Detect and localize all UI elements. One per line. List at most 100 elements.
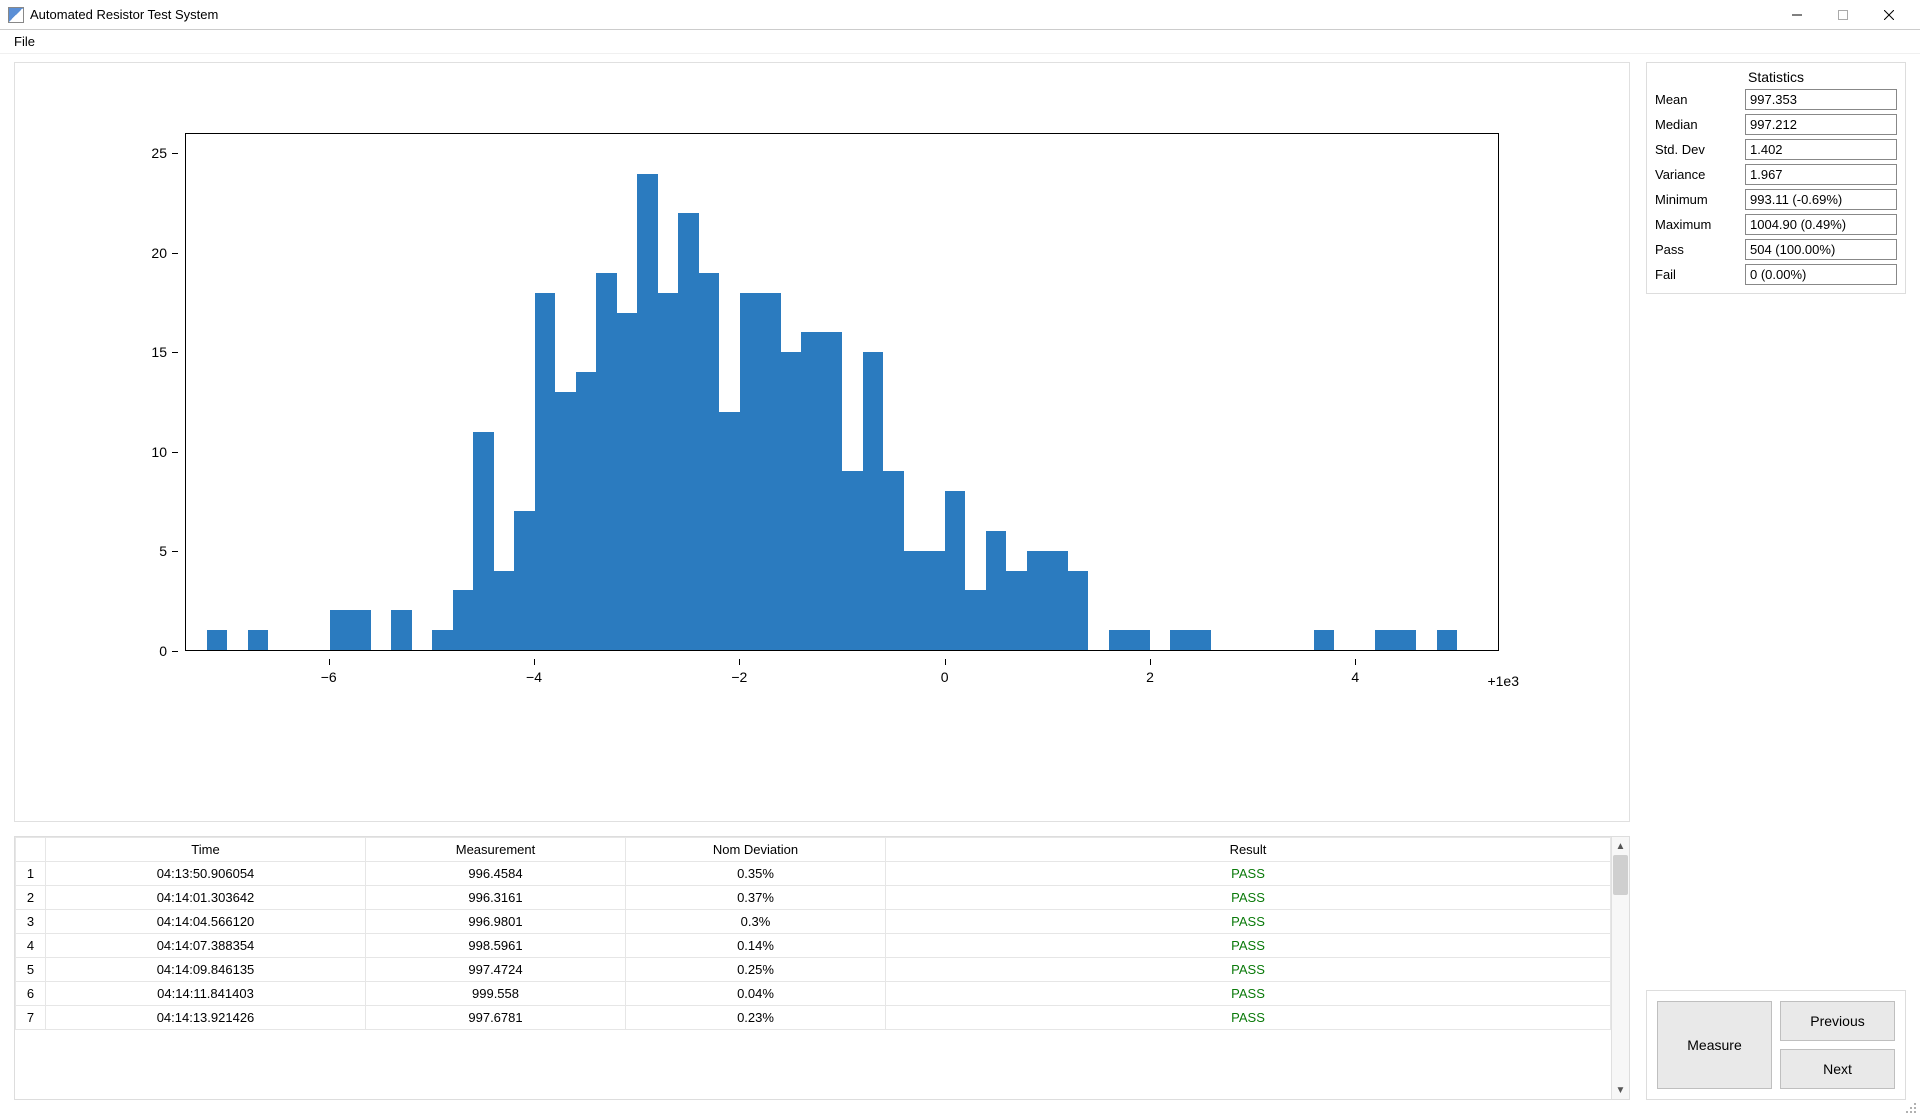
row-number: 4 [16, 934, 46, 958]
label-variance: Variance [1655, 167, 1739, 182]
histogram-bar [781, 352, 802, 650]
value-maximum[interactable]: 1004.90 (0.49%) [1745, 214, 1897, 235]
table-row[interactable]: 704:14:13.921426997.67810.23%PASS [16, 1006, 1611, 1030]
x-tick-label: −6 [321, 669, 337, 685]
cell-result: PASS [886, 862, 1611, 886]
statistics-panel: Statistics Mean 997.353 Median 997.212 S… [1646, 62, 1906, 294]
cell-measurement: 996.9801 [366, 910, 626, 934]
cell-deviation: 0.37% [626, 886, 886, 910]
histogram-bar [555, 392, 576, 650]
col-header-deviation[interactable]: Nom Deviation [626, 838, 886, 862]
histogram-bar [842, 471, 863, 650]
menu-file[interactable]: File [8, 32, 41, 51]
histogram-bar [1170, 630, 1191, 650]
histogram-bar [248, 630, 269, 650]
row-number: 5 [16, 958, 46, 982]
cell-time: 04:14:09.846135 [46, 958, 366, 982]
value-pass[interactable]: 504 (100.00%) [1745, 239, 1897, 260]
table-row[interactable]: 404:14:07.388354998.59610.14%PASS [16, 934, 1611, 958]
titlebar: Automated Resistor Test System [0, 0, 1920, 30]
histogram-bar [473, 432, 494, 650]
scroll-up-icon[interactable]: ▲ [1612, 837, 1629, 855]
previous-button[interactable]: Previous [1780, 1001, 1895, 1041]
y-tick-label: 25 [151, 145, 167, 161]
cell-result: PASS [886, 958, 1611, 982]
scroll-down-icon[interactable]: ▼ [1612, 1081, 1629, 1099]
x-tick-label: 4 [1351, 669, 1359, 685]
table-row[interactable]: 304:14:04.566120996.98010.3%PASS [16, 910, 1611, 934]
x-tick-label: 2 [1146, 669, 1154, 685]
x-tick-label: −4 [526, 669, 542, 685]
table-row[interactable]: 204:14:01.303642996.31610.37%PASS [16, 886, 1611, 910]
cell-time: 04:14:11.841403 [46, 982, 366, 1006]
histogram-bar [391, 610, 412, 650]
value-median[interactable]: 997.212 [1745, 114, 1897, 135]
label-fail: Fail [1655, 267, 1739, 282]
cell-result: PASS [886, 910, 1611, 934]
value-minimum[interactable]: 993.11 (-0.69%) [1745, 189, 1897, 210]
cell-deviation: 0.23% [626, 1006, 886, 1030]
scroll-thumb[interactable] [1613, 855, 1628, 895]
histogram-bar [637, 174, 658, 650]
statistics-title: Statistics [1655, 69, 1897, 85]
histogram-bar [822, 332, 843, 650]
col-header-rownum[interactable] [16, 838, 46, 862]
table-row[interactable]: 504:14:09.846135997.47240.25%PASS [16, 958, 1611, 982]
table-row[interactable]: 604:14:11.841403999.5580.04%PASS [16, 982, 1611, 1006]
row-number: 6 [16, 982, 46, 1006]
maximize-button[interactable] [1820, 0, 1866, 30]
close-button[interactable] [1866, 0, 1912, 30]
histogram-bar [719, 412, 740, 650]
histogram-bar [1191, 630, 1212, 650]
menubar: File [0, 30, 1920, 54]
label-std: Std. Dev [1655, 142, 1739, 157]
cell-time: 04:14:04.566120 [46, 910, 366, 934]
resize-grip-icon[interactable] [1904, 1101, 1918, 1115]
histogram-bar [514, 511, 535, 650]
cell-result: PASS [886, 1006, 1611, 1030]
y-tick-label: 5 [159, 543, 167, 559]
histogram-bar [658, 293, 679, 650]
col-header-result[interactable]: Result [886, 838, 1611, 862]
histogram-bar [1068, 571, 1089, 650]
histogram-bar [576, 372, 597, 650]
value-mean[interactable]: 997.353 [1745, 89, 1897, 110]
histogram-bar [760, 293, 781, 650]
histogram-bar [1047, 551, 1068, 650]
row-number: 3 [16, 910, 46, 934]
histogram-bar [699, 273, 720, 650]
row-number: 2 [16, 886, 46, 910]
histogram-bar [740, 293, 761, 650]
cell-deviation: 0.14% [626, 934, 886, 958]
value-variance[interactable]: 1.967 [1745, 164, 1897, 185]
table-row[interactable]: 104:13:50.906054996.45840.35%PASS [16, 862, 1611, 886]
results-table-panel: Time Measurement Nom Deviation Result 10… [14, 836, 1630, 1100]
histogram-bar [535, 293, 556, 650]
y-tick-label: 15 [151, 344, 167, 360]
minimize-button[interactable] [1774, 0, 1820, 30]
histogram-bar [1396, 630, 1417, 650]
col-header-time[interactable]: Time [46, 838, 366, 862]
value-std[interactable]: 1.402 [1745, 139, 1897, 160]
col-header-measurement[interactable]: Measurement [366, 838, 626, 862]
next-button[interactable]: Next [1780, 1049, 1895, 1089]
cell-time: 04:14:01.303642 [46, 886, 366, 910]
y-tick-label: 0 [159, 643, 167, 659]
table-scrollbar[interactable]: ▲ ▼ [1611, 837, 1629, 1099]
cell-time: 04:14:13.921426 [46, 1006, 366, 1030]
histogram-bar [330, 610, 351, 650]
histogram-bar [801, 332, 822, 650]
window-title: Automated Resistor Test System [30, 7, 218, 22]
cell-deviation: 0.35% [626, 862, 886, 886]
cell-deviation: 0.04% [626, 982, 886, 1006]
histogram-bar [1314, 630, 1335, 650]
x-axis-offset: +1e3 [1487, 673, 1519, 689]
histogram-bar [945, 491, 966, 650]
value-fail[interactable]: 0 (0.00%) [1745, 264, 1897, 285]
histogram-bar [904, 551, 925, 650]
cell-measurement: 997.4724 [366, 958, 626, 982]
histogram-bar [883, 471, 904, 650]
histogram-chart: 0510152025 −6−4−2024 +1e3 [14, 62, 1630, 822]
measure-button[interactable]: Measure [1657, 1001, 1772, 1089]
plot-area [185, 133, 1499, 651]
